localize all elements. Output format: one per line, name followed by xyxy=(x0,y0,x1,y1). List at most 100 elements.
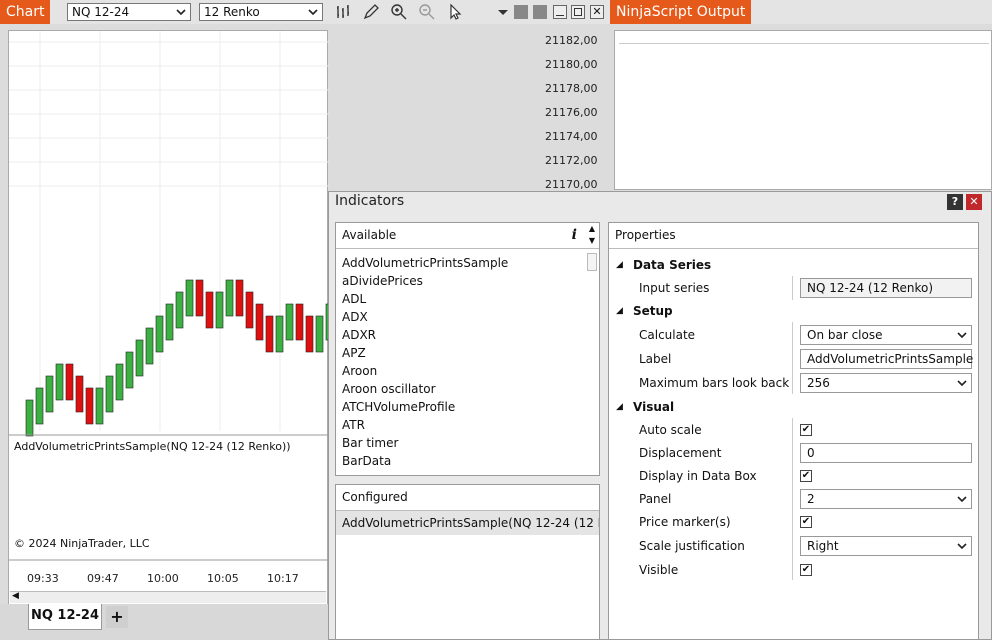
divider xyxy=(792,276,793,300)
bar-type-selector[interactable]: 12 Renko xyxy=(199,3,323,21)
available-item[interactable]: ADXR xyxy=(342,328,376,342)
renko-chart xyxy=(9,31,334,561)
zoom-out-icon[interactable] xyxy=(418,3,436,21)
price-tick: 21180,00 xyxy=(545,58,598,71)
renko-brick-down xyxy=(255,303,264,341)
configured-item[interactable]: AddVolumetricPrintsSample(NQ 12-24 (12 R… xyxy=(336,511,599,535)
available-item[interactable]: APZ xyxy=(342,346,366,360)
renko-brick-up xyxy=(165,303,174,341)
instrument-selector[interactable]: NQ 12-24 xyxy=(67,3,191,21)
available-item[interactable]: Aroon xyxy=(342,364,377,378)
dropdown-arrow-icon[interactable] xyxy=(494,3,512,21)
visible-checkbox[interactable]: ✔ xyxy=(800,564,812,576)
chevron-down-icon xyxy=(176,9,186,16)
copyright-text: © 2024 NinjaTrader, LLC xyxy=(14,537,150,550)
renko-brick-down xyxy=(65,363,74,401)
available-header: Available i xyxy=(336,223,599,249)
divider xyxy=(792,322,793,394)
window-tile-icon-2[interactable] xyxy=(533,5,547,19)
panel-value: 2 xyxy=(807,492,815,506)
visible-label: Visible xyxy=(639,563,679,577)
available-item[interactable]: Aroon oscillator xyxy=(342,382,436,396)
category-setup[interactable]: Setup xyxy=(633,304,673,318)
properties-header: Properties xyxy=(609,223,978,249)
zoom-in-icon[interactable] xyxy=(390,3,408,21)
output-area[interactable] xyxy=(614,30,992,190)
renko-brick-up xyxy=(125,351,134,389)
chart-area[interactable] xyxy=(8,30,334,605)
renko-brick-down xyxy=(295,303,304,341)
renko-brick-up xyxy=(225,279,234,317)
time-tick: 10:17 xyxy=(267,572,299,585)
renko-brick-up xyxy=(185,279,194,317)
sort-arrows[interactable]: ▲ ▼ xyxy=(585,223,599,249)
horizontal-scrollbar[interactable]: ◀ xyxy=(10,591,326,603)
instrument-value: NQ 12-24 xyxy=(72,5,130,19)
available-item[interactable]: ATCHVolumeProfile xyxy=(342,400,455,414)
displacement-input[interactable]: 0 xyxy=(800,443,972,463)
available-item[interactable]: BarData xyxy=(342,454,391,468)
add-tab-button[interactable]: + xyxy=(106,606,128,628)
available-item[interactable]: aDividePrices xyxy=(342,274,423,288)
renko-brick-up xyxy=(105,375,114,413)
time-tick: 10:05 xyxy=(207,572,239,585)
renko-brick-up xyxy=(45,375,54,413)
input-series-label: Input series xyxy=(639,281,710,295)
available-item[interactable]: ADX xyxy=(342,310,368,324)
pointer-icon[interactable] xyxy=(446,3,464,21)
renko-brick-up xyxy=(145,327,154,365)
renko-brick-up xyxy=(135,339,144,377)
available-scrollbar-thumb[interactable] xyxy=(587,253,597,271)
calculate-select[interactable]: On bar close xyxy=(800,325,972,345)
close-icon[interactable]: ✕ xyxy=(590,5,604,19)
scroll-left-icon[interactable]: ◀ xyxy=(12,591,19,601)
dialog-title: Indicators xyxy=(335,193,405,209)
label-input[interactable]: AddVolumetricPrintsSample xyxy=(800,349,973,369)
renko-brick-up xyxy=(25,399,34,437)
info-icon[interactable]: i xyxy=(572,223,577,247)
pencil-icon[interactable] xyxy=(362,3,380,21)
price-marker-label: Price marker(s) xyxy=(639,515,731,529)
input-series-field[interactable]: NQ 12-24 (12 Renko) xyxy=(800,278,972,298)
price-tick: 21178,00 xyxy=(545,82,598,95)
category-visual[interactable]: Visual xyxy=(633,400,674,414)
renko-brick-up xyxy=(95,387,104,425)
chart-window-label: Chart xyxy=(0,0,51,24)
renko-brick-up xyxy=(35,387,44,425)
help-button[interactable]: ? xyxy=(947,194,963,210)
panel-select[interactable]: 2 xyxy=(800,489,972,509)
minimize-icon[interactable] xyxy=(553,5,567,19)
scale-justification-label: Scale justification xyxy=(639,539,745,553)
scale-justification-select[interactable]: Right xyxy=(800,536,972,556)
tab-chart-instrument[interactable]: NQ 12-24 xyxy=(28,604,102,630)
data-box-label: Display in Data Box xyxy=(639,469,757,483)
renko-brick-down xyxy=(75,375,84,413)
bars-style-icon[interactable] xyxy=(335,3,353,21)
chevron-down-icon xyxy=(957,380,967,387)
renko-brick-up xyxy=(175,291,184,329)
collapse-arrow-icon[interactable]: ◢ xyxy=(616,306,623,316)
bar-type-value: 12 Renko xyxy=(204,5,260,19)
renko-brick-down xyxy=(245,291,254,329)
max-bars-value: 256 xyxy=(807,376,830,390)
auto-scale-checkbox[interactable]: ✔ xyxy=(800,424,812,436)
max-bars-select[interactable]: 256 xyxy=(800,373,972,393)
collapse-arrow-icon[interactable]: ◢ xyxy=(616,402,623,412)
scale-justification-value: Right xyxy=(807,539,839,553)
calculate-label: Calculate xyxy=(639,328,696,342)
category-data-series[interactable]: Data Series xyxy=(633,258,711,272)
divider xyxy=(792,418,793,580)
window-tile-icon[interactable] xyxy=(514,5,528,19)
available-item[interactable]: Bar timer xyxy=(342,436,398,450)
available-item[interactable]: ADL xyxy=(342,292,366,306)
time-tick: 09:33 xyxy=(27,572,59,585)
max-bars-label: Maximum bars look back xyxy=(639,376,790,390)
data-box-checkbox[interactable]: ✔ xyxy=(800,470,812,482)
available-item[interactable]: AddVolumetricPrintsSample xyxy=(342,256,508,270)
available-item[interactable]: ATR xyxy=(342,418,365,432)
price-marker-checkbox[interactable]: ✔ xyxy=(800,516,812,528)
time-tick: 09:47 xyxy=(87,572,119,585)
collapse-arrow-icon[interactable]: ◢ xyxy=(616,260,623,270)
dialog-close-button[interactable]: ✕ xyxy=(966,194,982,210)
maximize-icon[interactable] xyxy=(571,5,585,19)
